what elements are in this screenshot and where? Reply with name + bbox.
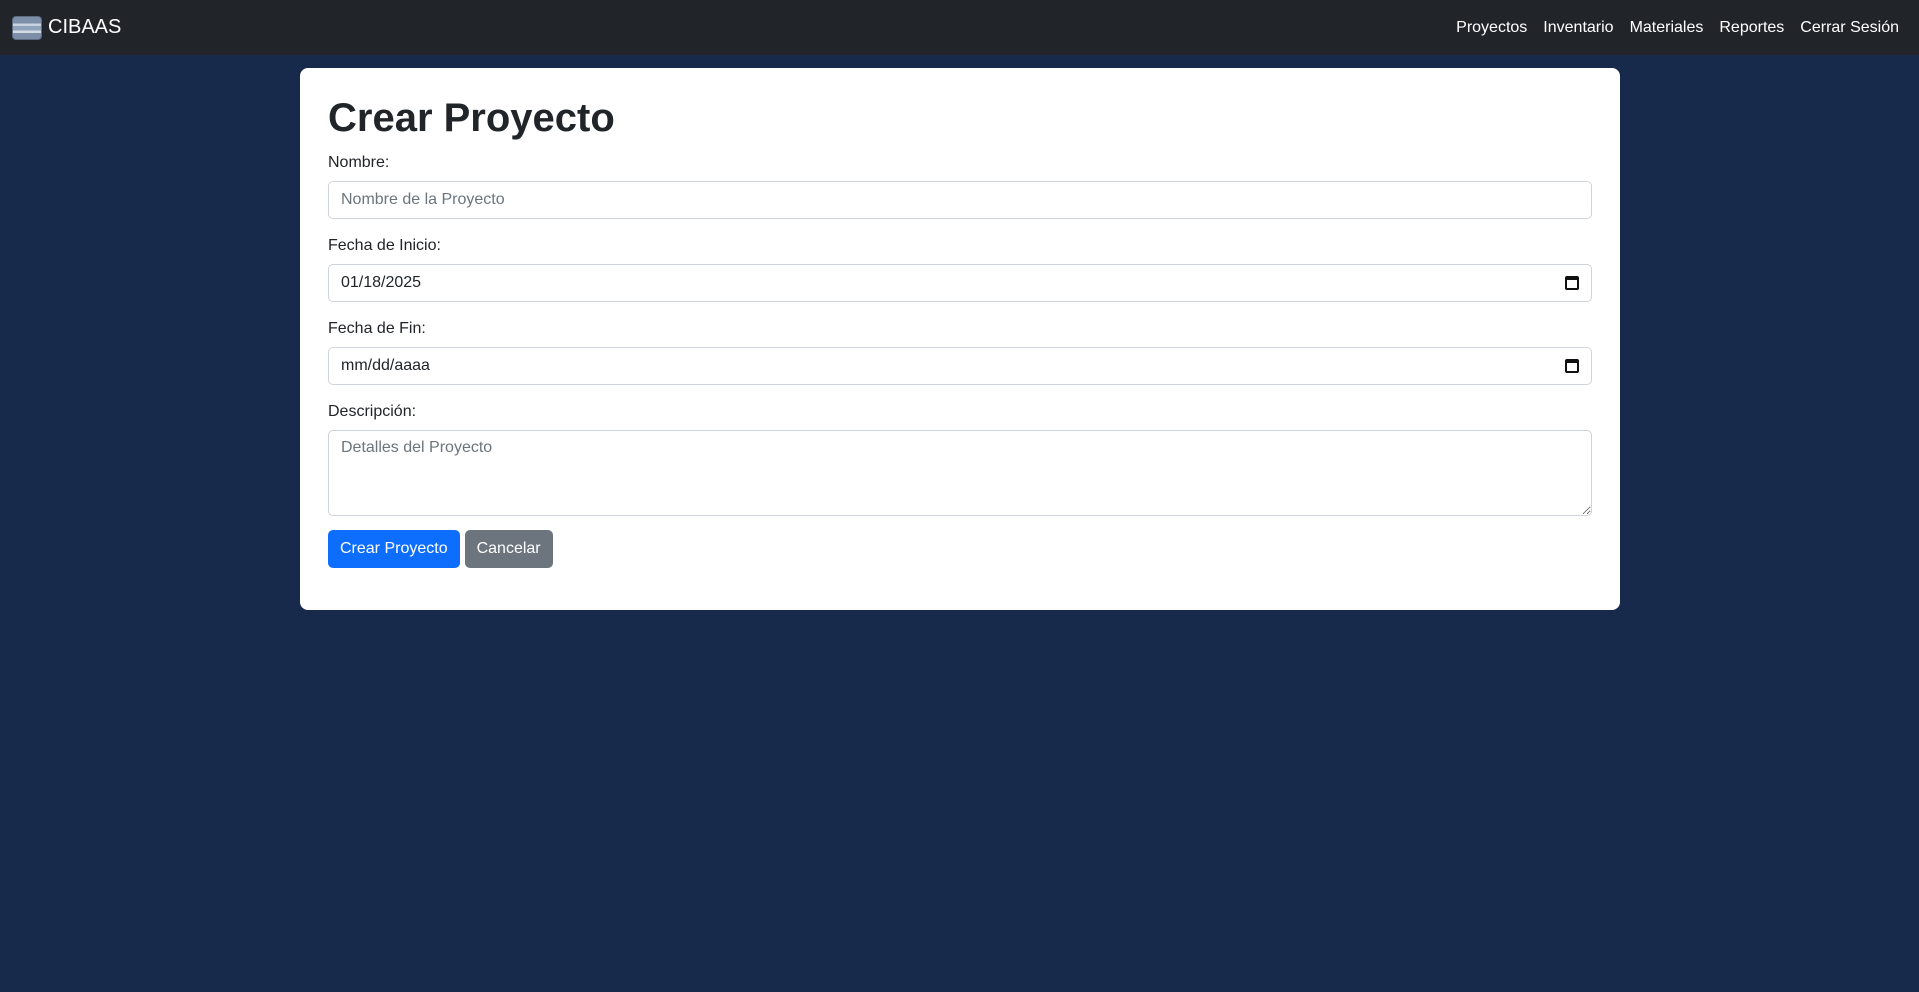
calendar-icon[interactable] [1565, 359, 1579, 373]
brand-name: CIBAAS [48, 16, 122, 38]
page-title: Crear Proyecto [328, 96, 615, 140]
fecha-inicio-group: Fecha de Inicio: 01/18/2025 [328, 237, 1592, 302]
logo-icon [12, 15, 42, 40]
form-actions: Crear Proyecto Cancelar [328, 530, 1592, 568]
descripcion-group: Descripción: [328, 403, 1592, 516]
nombre-label: Nombre: [328, 154, 390, 171]
nombre-group: Nombre: [328, 154, 1592, 219]
create-project-card: Crear Proyecto Nombre: Fecha de Inicio: … [300, 68, 1620, 610]
fecha-inicio-label: Fecha de Inicio: [328, 237, 441, 254]
fecha-inicio-value: 01/18/2025 [341, 274, 422, 291]
fecha-fin-label: Fecha de Fin: [328, 320, 426, 337]
cancelar-button[interactable]: Cancelar [464, 530, 553, 568]
fecha-fin-input[interactable]: mm/dd/aaaa [328, 347, 1592, 385]
brand-link[interactable]: CIBAAS [12, 15, 122, 40]
nombre-input[interactable] [328, 181, 1592, 219]
crear-proyecto-button[interactable]: Crear Proyecto [328, 530, 460, 568]
navbar: CIBAAS Proyectos Inventario Materiales R… [0, 0, 1919, 55]
nav-link-reportes[interactable]: Reportes [1719, 19, 1784, 37]
nav-link-inventario[interactable]: Inventario [1543, 19, 1613, 37]
nav-link-proyectos[interactable]: Proyectos [1456, 19, 1527, 37]
descripcion-label: Descripción: [328, 403, 417, 420]
fecha-inicio-input[interactable]: 01/18/2025 [328, 264, 1592, 302]
nav-link-materiales[interactable]: Materiales [1630, 19, 1704, 37]
fecha-fin-value: mm/dd/aaaa [341, 357, 430, 374]
nav-links: Proyectos Inventario Materiales Reportes… [1456, 19, 1899, 37]
nav-link-cerrar-sesion[interactable]: Cerrar Sesión [1800, 19, 1899, 37]
descripcion-textarea[interactable] [328, 430, 1592, 516]
calendar-icon[interactable] [1565, 276, 1579, 290]
fecha-fin-group: Fecha de Fin: mm/dd/aaaa [328, 320, 1592, 385]
